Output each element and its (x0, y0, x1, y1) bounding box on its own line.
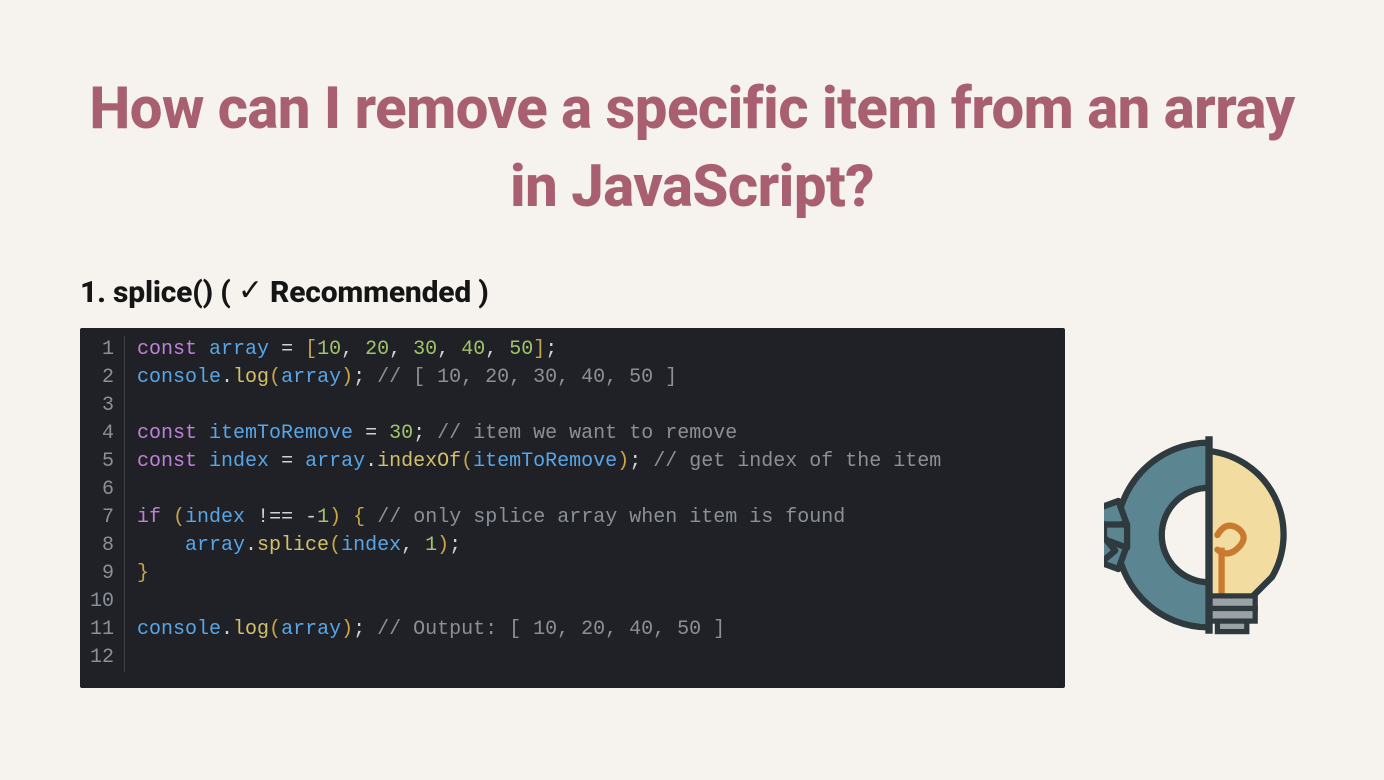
method-heading-recommended: Recommended ) (263, 275, 489, 310)
code-line: 9} (80, 560, 1065, 588)
gear-bulb-icon (1104, 430, 1314, 640)
code-content (137, 392, 149, 420)
code-line: 8 array.splice(index, 1); (80, 532, 1065, 560)
line-number: 5 (80, 448, 124, 476)
line-number: 1 (80, 336, 124, 364)
code-content (137, 644, 149, 672)
line-number: 2 (80, 364, 124, 392)
method-heading-prefix: 1. splice() ( (80, 275, 238, 310)
code-content: const itemToRemove = 30; // item we want… (137, 420, 737, 448)
code-content: } (137, 560, 149, 588)
line-number: 4 (80, 420, 124, 448)
code-content (137, 588, 149, 616)
code-content: console.log(array); // [ 10, 20, 30, 40,… (137, 364, 677, 392)
code-content: const array = [10, 20, 30, 40, 50]; (137, 336, 557, 364)
line-number: 10 (80, 588, 124, 616)
code-content: const index = array.indexOf(itemToRemove… (137, 448, 941, 476)
code-line: 7 if (index !== -1) { // only splice arra… (80, 504, 1065, 532)
line-number: 7 (80, 504, 124, 532)
page: How can I remove a specific item from an… (0, 0, 1384, 780)
line-number: 8 (80, 532, 124, 560)
line-number: 12 (80, 644, 124, 672)
line-number: 9 (80, 560, 124, 588)
code-line: 3 (80, 392, 1065, 420)
code-block: 1 const array = [10, 20, 30, 40, 50]; 2 con… (80, 328, 1065, 688)
method-heading: 1. splice() ( ✓ Recommended ) (80, 275, 1304, 310)
code-line: 1 const array = [10, 20, 30, 40, 50]; (80, 336, 1065, 364)
code-line: 6 (80, 476, 1065, 504)
code-content: if (index !== -1) { // only splice array… (137, 504, 845, 532)
line-number: 3 (80, 392, 124, 420)
line-number: 11 (80, 616, 124, 644)
check-icon: ✓ (238, 273, 263, 308)
code-content: array.splice(index, 1); (137, 532, 461, 560)
code-line: 10 (80, 588, 1065, 616)
code-line: 4 const itemToRemove = 30; // item we wan… (80, 420, 1065, 448)
code-line: 5 const index = array.indexOf(itemToRemov… (80, 448, 1065, 476)
code-content (137, 476, 149, 504)
line-number: 6 (80, 476, 124, 504)
code-line: 2 console.log(array); // [ 10, 20, 30, 40… (80, 364, 1065, 392)
page-title: How can I remove a specific item from an… (80, 70, 1304, 227)
code-line: 12 (80, 644, 1065, 672)
code-line: 11 console.log(array); // Output: [ 10, 2… (80, 616, 1065, 644)
code-content: console.log(array); // Output: [ 10, 20,… (137, 616, 725, 644)
